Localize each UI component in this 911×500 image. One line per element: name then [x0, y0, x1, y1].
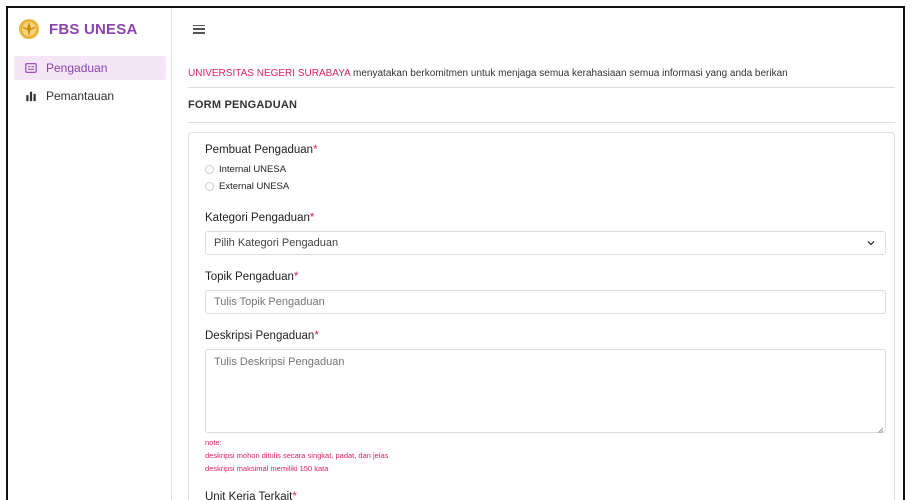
form-title: FORM PENGADUAN [188, 99, 298, 111]
deskripsi-label-text: Deskripsi Pengaduan [205, 330, 315, 342]
note-line: deskripsi mohon ditulis secara singkat, … [205, 451, 389, 460]
menu-toggle-icon[interactable] [193, 24, 205, 34]
radio-internal[interactable]: Internal UNESA [205, 164, 286, 175]
required-mark: * [309, 212, 315, 224]
sidebar-item-label: Pengaduan [46, 61, 108, 75]
topik-label-text: Topik Pengaduan [205, 271, 294, 283]
radio-label: Internal UNESA [219, 164, 287, 175]
chevron-down-icon [867, 241, 875, 246]
brand[interactable]: FBS UNESA [8, 8, 171, 50]
main-content: UNIVERSITAS NEGERI SURABAYA menyatakan b… [173, 8, 903, 500]
topik-input[interactable] [205, 290, 886, 314]
radio-external[interactable]: External UNESA [205, 181, 289, 192]
pembuat-label: Pembuat Pengaduan* [205, 144, 318, 156]
note-line: note: [205, 438, 222, 447]
kategori-label-text: Kategori Pengaduan [205, 212, 310, 224]
topbar [173, 8, 903, 50]
unesa-logo-icon [19, 19, 39, 39]
divider [188, 87, 895, 88]
app-window: FBS UNESA Pengaduan Pemantauan UNIVERSIT… [6, 6, 905, 500]
deskripsi-textarea[interactable] [205, 349, 886, 433]
confidentiality-notice: UNIVERSITAS NEGERI SURABAYA menyatakan b… [188, 68, 903, 79]
deskripsi-note: note: deskripsi mohon ditulis secara sin… [205, 436, 388, 475]
notice-org: UNIVERSITAS NEGERI SURABAYA [188, 68, 351, 79]
sidebar-item-pemantauan[interactable]: Pemantauan [14, 84, 166, 108]
form-icon [24, 61, 38, 75]
radio-label: External UNESA [219, 181, 290, 192]
kategori-select-value: Pilih Kategori Pengaduan [214, 237, 339, 249]
required-mark: * [314, 330, 319, 342]
required-mark: * [313, 144, 318, 156]
complaint-form-card: Pembuat Pengaduan* Internal UNESA Extern… [188, 132, 895, 500]
brand-title: FBS UNESA [49, 20, 138, 38]
kategori-label: Kategori Pengaduan* [205, 212, 314, 224]
radio-circle[interactable] [205, 182, 214, 191]
sidebar-item-pengaduan[interactable]: Pengaduan [14, 56, 166, 80]
unit-label-text: Unit Kerja Terkait [205, 491, 293, 500]
pembuat-label-text: Pembuat Pengaduan [205, 144, 314, 156]
deskripsi-label: Deskripsi Pengaduan* [205, 330, 319, 342]
bar-chart-icon [24, 89, 38, 103]
required-mark: * [293, 271, 299, 283]
unit-label: Unit Kerja Terkait* [205, 491, 297, 500]
radio-circle[interactable] [205, 165, 214, 174]
sidebar-item-label: Pemantauan [46, 89, 115, 103]
required-mark: * [292, 491, 297, 500]
topik-label: Topik Pengaduan* [205, 271, 298, 283]
divider [188, 122, 895, 123]
kategori-select[interactable]: Pilih Kategori Pengaduan [205, 231, 886, 255]
notice-text: menyatakan berkomitmen untuk menjaga sem… [350, 68, 788, 79]
note-line: deskripsi maksimal memiliki 150 kata [205, 464, 329, 473]
sidebar: FBS UNESA Pengaduan Pemantauan [8, 8, 172, 500]
resize-handle-icon[interactable] [877, 427, 883, 433]
